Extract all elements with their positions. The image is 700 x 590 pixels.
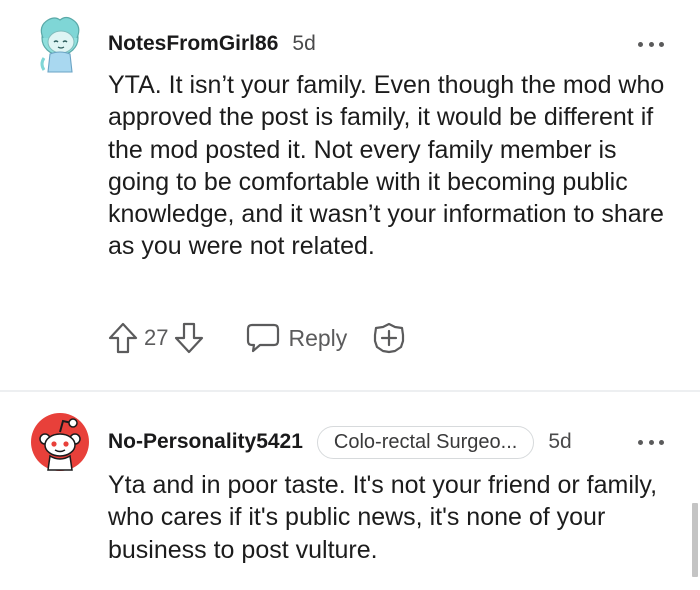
comment-2: No-Personality5421 Colo-rectal Surgeo...… bbox=[0, 392, 700, 590]
more-options-icon[interactable] bbox=[638, 438, 664, 446]
avatar[interactable] bbox=[30, 412, 90, 472]
reply-label: Reply bbox=[288, 324, 348, 351]
comment-header: No-Personality5421 Colo-rectal Surgeo...… bbox=[108, 424, 670, 460]
comment-body: Yta and in poor taste. It's not your fri… bbox=[108, 471, 658, 564]
avatar[interactable] bbox=[30, 14, 90, 74]
comment-age: 5d bbox=[292, 32, 316, 55]
username[interactable]: No-Personality5421 bbox=[108, 430, 303, 454]
upvote-arrow-icon[interactable] bbox=[108, 322, 138, 354]
more-options-icon[interactable] bbox=[638, 40, 664, 48]
award-plus-icon[interactable] bbox=[373, 322, 405, 354]
snoo-avatar-teal-icon bbox=[40, 16, 80, 73]
downvote-arrow-icon[interactable] bbox=[174, 322, 204, 354]
comment-age: 5d bbox=[548, 430, 572, 453]
scrollbar[interactable] bbox=[692, 503, 698, 577]
reply-button[interactable]: Reply bbox=[246, 323, 347, 353]
comment-actions: 27 Reply bbox=[108, 316, 405, 360]
vote-score: 27 bbox=[144, 325, 169, 350]
comment-body: YTA. It isn’t your family. Even though t… bbox=[108, 71, 665, 261]
comment-1: NotesFromGirl86 5d YTA. It isn’t your fa… bbox=[0, 0, 700, 392]
username[interactable]: NotesFromGirl86 bbox=[108, 32, 278, 56]
comment-header: NotesFromGirl86 5d bbox=[108, 26, 670, 62]
snoo-avatar-default-icon bbox=[31, 413, 89, 471]
user-flair: Colo-rectal Surgeo... bbox=[316, 425, 535, 459]
reply-bubble-icon bbox=[247, 323, 280, 353]
